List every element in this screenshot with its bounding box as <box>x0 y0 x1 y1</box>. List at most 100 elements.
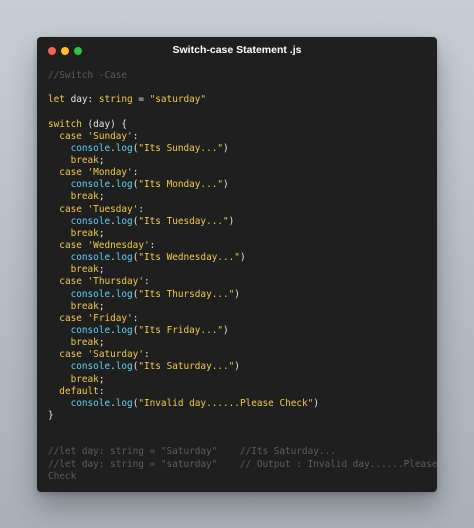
code-token: ) <box>239 252 246 264</box>
code-line: default: <box>48 386 432 398</box>
code-token: break <box>70 300 99 312</box>
code-line: break; <box>48 337 432 349</box>
code-token: ) <box>223 324 229 336</box>
code-token: default <box>59 385 99 397</box>
code-line: console.log("Its Sunday...") <box>48 143 432 155</box>
code-token: break <box>70 227 99 239</box>
code-token: 'Thursday' <box>87 276 144 288</box>
code-window: Switch-case Statement .js //Switch -Case… <box>37 37 437 492</box>
code-token: console <box>70 215 111 227</box>
code-token: : <box>87 94 99 106</box>
code-line: console.log("Its Wednesday...") <box>48 252 432 264</box>
code-line: switch (day) { <box>48 119 432 131</box>
code-token: console <box>70 397 111 409</box>
code-token: console <box>70 324 111 336</box>
code-token: break <box>70 191 99 203</box>
code-token: ; <box>98 264 105 276</box>
code-line: Check <box>48 471 432 483</box>
code-line: //Switch -Case <box>48 70 432 82</box>
code-token: log <box>115 288 133 300</box>
code-token: ) <box>313 397 319 409</box>
code-token: "Its Thursday..." <box>138 288 235 300</box>
code-token: console <box>70 288 111 300</box>
code-token: "Its Sunday..." <box>138 142 224 154</box>
code-token: case <box>59 349 82 361</box>
code-token: log <box>115 397 133 409</box>
code-line: case 'Wednesday': <box>48 240 432 252</box>
code-token: 'Saturday' <box>87 349 144 361</box>
code-line: let day: string = "saturday" <box>48 94 432 106</box>
code-token: case <box>59 276 82 288</box>
code-line: console.log("Its Saturday...") <box>48 361 432 373</box>
code-block: //Switch -Case let day: string = "saturd… <box>48 70 437 483</box>
code-token: = <box>132 94 150 106</box>
code-token: break <box>70 373 99 385</box>
code-line: break; <box>48 374 432 386</box>
code-line: break; <box>48 228 432 240</box>
code-line: break; <box>48 155 432 167</box>
code-token: : <box>132 130 139 142</box>
code-token: : <box>132 312 139 324</box>
code-token: log <box>115 179 133 191</box>
code-line: case 'Thursday': <box>48 276 432 288</box>
code-token: ; <box>98 373 105 385</box>
code-token: "Its Tuesday..." <box>138 215 229 227</box>
code-token: ; <box>98 337 105 349</box>
code-token: ) <box>223 179 229 191</box>
code-line: //let day: string = "Saturday" //Its Sat… <box>48 446 432 458</box>
code-token: : <box>132 167 139 179</box>
code-token: (day) { <box>81 118 128 130</box>
code-token: console <box>70 252 111 264</box>
code-token: log <box>115 324 133 336</box>
code-token: console <box>70 361 111 373</box>
code-line: console.log("Its Friday...") <box>48 325 432 337</box>
code-token: "Its Saturday..." <box>138 361 235 373</box>
code-token: 'Tuesday' <box>87 203 139 215</box>
code-token: "saturday" <box>149 94 207 106</box>
code-token: case <box>59 167 82 179</box>
code-token: let <box>48 94 65 106</box>
window-titlebar: Switch-case Statement .js <box>37 37 437 63</box>
code-token: break <box>70 154 99 166</box>
code-token: "Its Friday..." <box>138 324 224 336</box>
code-line: console.log("Its Thursday...") <box>48 289 432 301</box>
code-token: log <box>115 142 133 154</box>
code-token: log <box>115 215 133 227</box>
code-token: string <box>98 94 133 106</box>
code-token: break <box>70 264 99 276</box>
code-line: break; <box>48 264 432 276</box>
code-token: : <box>98 385 105 397</box>
code-token: ; <box>98 227 105 239</box>
code-token: console <box>70 179 111 191</box>
code-token: log <box>115 361 133 373</box>
code-line: case 'Friday': <box>48 313 432 325</box>
code-token: 'Monday' <box>87 167 133 179</box>
code-token: "Invalid day......Please Check" <box>138 397 314 409</box>
code-token: 'Friday' <box>87 312 133 324</box>
code-token: ) <box>223 142 229 154</box>
code-token: 'Wednesday' <box>87 239 150 251</box>
code-token: : <box>138 203 144 215</box>
code-token: "Its Wednesday..." <box>138 252 240 264</box>
code-token: break <box>70 337 99 349</box>
code-line: case 'Sunday': <box>48 131 432 143</box>
code-token: log <box>115 252 133 264</box>
